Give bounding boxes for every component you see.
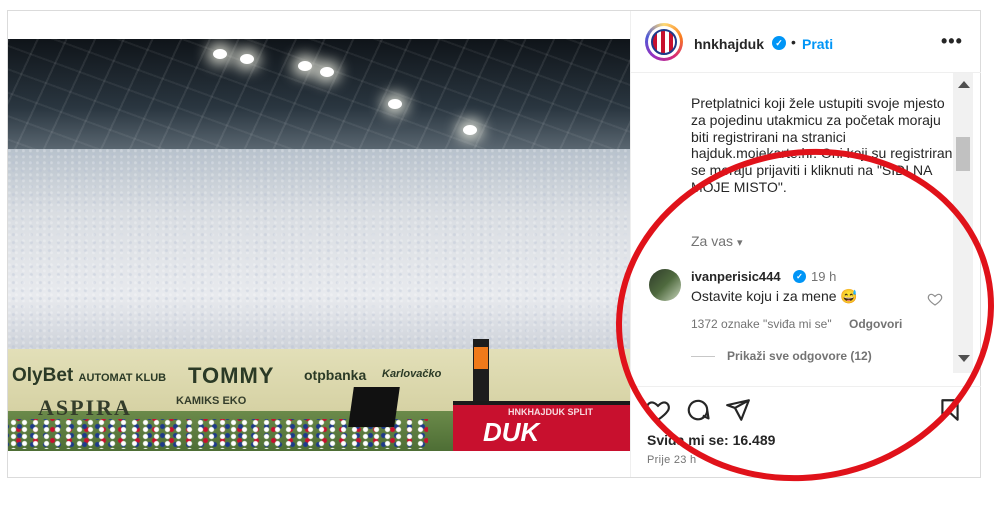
floodlight [213,49,227,59]
view-replies-button[interactable]: Prikaži sve odgovore (12) [727,349,872,363]
comment-icon[interactable] [685,397,711,423]
board-olybet: OlyBet AUTOMAT KLUB [12,365,167,386]
floodlight [463,125,477,135]
stadium-crowd [8,149,630,359]
post-photo[interactable]: OlyBet AUTOMAT KLUB TOMMY otpbanka Karlo… [8,39,630,451]
stadium-roof [8,39,630,164]
follow-button[interactable]: Prati [802,36,833,52]
board-aspira: ASPIRA [38,395,132,420]
scroll-down-arrow-icon[interactable] [958,355,970,362]
scrollbar-thumb[interactable] [956,137,970,171]
comments-section[interactable]: Pretplatnici koji žele ustupiti svoje mj… [631,73,981,373]
heart-icon[interactable] [645,397,671,423]
floodlight [240,54,254,64]
post-header: hnkhajduk ✓ • Prati ••• [631,11,981,73]
separator-dot: • [791,34,796,50]
scroll-up-arrow-icon[interactable] [958,81,970,88]
bookmark-icon[interactable] [937,397,963,423]
share-icon[interactable] [725,397,751,423]
photo-watermark: HNKHAJDUK SPLIT [508,407,594,417]
action-bar [631,386,981,427]
comment-text: Ostavite koju i za mene 😅 [691,288,858,304]
floodlight [388,99,402,109]
comment-time: 19 h [811,269,837,284]
verified-badge-icon: ✓ [793,270,806,283]
reply-button[interactable]: Odgovori [849,317,902,331]
translation-toggle[interactable]: Za vas ▾ [691,233,743,249]
board-karlovacko: Karlovačko [382,368,442,380]
hajduk-logo [648,26,680,58]
commenter-avatar[interactable] [649,269,681,301]
replies-divider [691,356,715,357]
heart-icon[interactable] [927,291,943,307]
instagram-post-card: OlyBet AUTOMAT KLUB TOMMY otpbanka Karlo… [7,10,981,478]
likes-count[interactable]: Sviđa mi se: 16.489 [647,432,775,448]
chevron-down-icon: ▾ [737,237,743,249]
account-username[interactable]: hnkhajduk [694,36,764,52]
verified-badge-icon: ✓ [772,36,786,50]
comment-likes[interactable]: 1372 oznake "sviđa mi se" [691,317,832,331]
floodlight [298,61,312,71]
commenter-username[interactable]: ivanperisic444 [691,269,781,284]
board-kamiks: KAMIKS EKO [176,395,247,407]
comments-scrollbar[interactable] [953,73,973,373]
post-side-panel: hnkhajduk ✓ • Prati ••• Pretplatnici koj… [630,11,981,477]
post-caption: Pretplatnici koji žele ustupiti svoje mj… [691,95,956,195]
account-avatar[interactable] [645,23,683,61]
speaker [348,387,400,427]
posted-time[interactable]: Prije 23 h [647,454,696,466]
board-tommy: TOMMY [188,363,275,388]
more-options-icon[interactable]: ••• [941,31,963,52]
board-otp: otpbanka [304,367,367,383]
floodlight [320,67,334,77]
